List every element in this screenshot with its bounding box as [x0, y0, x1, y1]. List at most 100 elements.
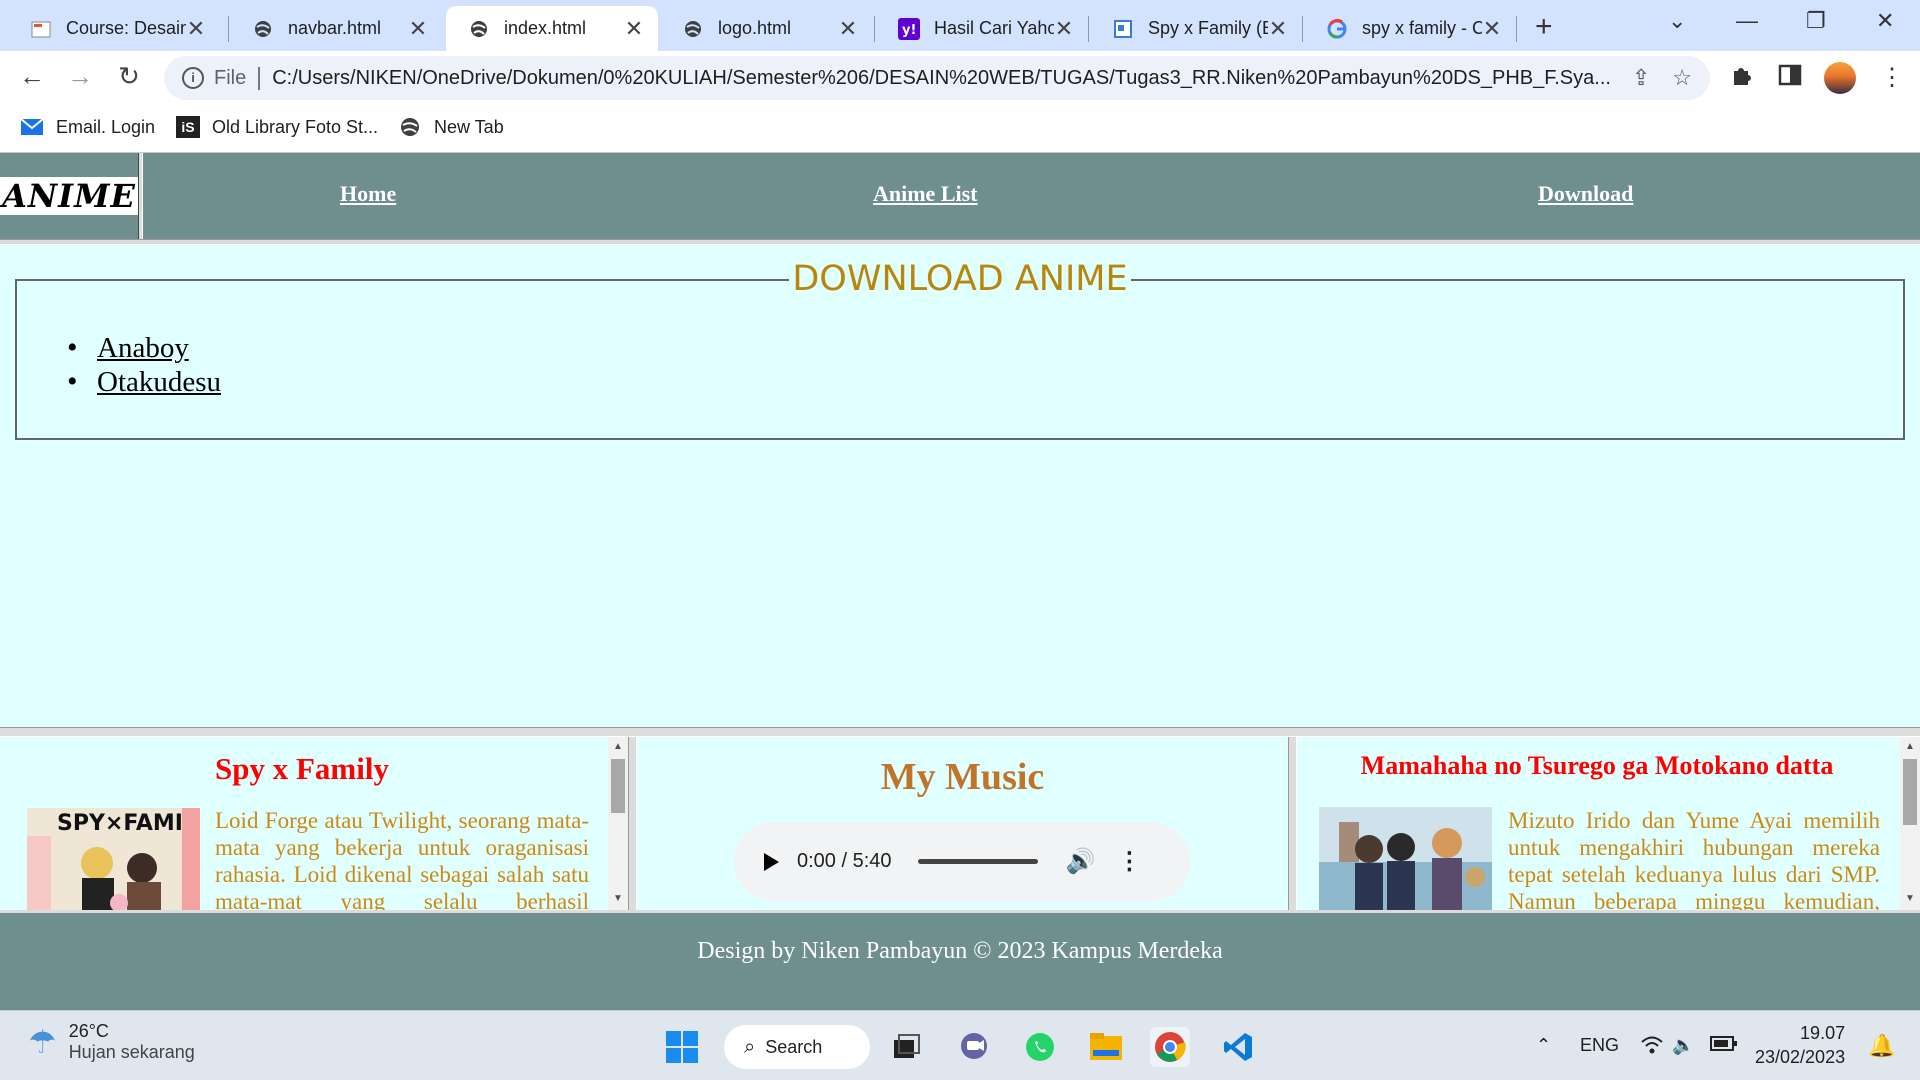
close-window-icon[interactable]: ✕	[1876, 8, 1894, 34]
new-tab-icon[interactable]: +	[1535, 10, 1553, 44]
chrome-icon[interactable]	[1150, 1027, 1190, 1067]
frame-divider[interactable]	[0, 727, 1920, 737]
info-icon[interactable]: i	[182, 67, 204, 89]
scroll-thumb[interactable]	[611, 759, 625, 813]
task-view-icon[interactable]	[886, 1027, 926, 1067]
svg-text:y!: y!	[902, 23, 916, 38]
bookmark-old-library[interactable]: iS Old Library Foto St...	[176, 116, 378, 138]
close-icon[interactable]: ✕	[1054, 16, 1074, 42]
download-list: Anaboy Otakudesu	[67, 331, 221, 399]
nav-link-download[interactable]: Download	[1538, 181, 1633, 207]
nav-frame: ANIME Home Anime List Download	[0, 153, 1920, 239]
url-text[interactable]: C:/Users/NIKEN/OneDrive/Dokumen/0%20KULI…	[272, 67, 1610, 90]
reload-icon[interactable]: ↻	[112, 61, 146, 92]
close-icon[interactable]: ✕	[1268, 16, 1288, 42]
scroll-up-icon[interactable]: ▲	[608, 741, 628, 752]
tab-yahoo[interactable]: y! Hasil Cari Yaho ✕	[876, 6, 1088, 51]
close-icon[interactable]: ✕	[1482, 16, 1502, 42]
list-item: Otakudesu	[67, 365, 221, 399]
weather-widget[interactable]: ☂ 26°C Hujan sekarang	[28, 1021, 195, 1063]
taskbar-search[interactable]: ⌕ Search	[724, 1025, 870, 1069]
battery-icon[interactable]	[1710, 1035, 1738, 1058]
bookmark-new-tab[interactable]: New Tab	[398, 116, 504, 138]
back-icon[interactable]: ←	[15, 61, 49, 92]
download-link-otakudesu[interactable]: Otakudesu	[97, 366, 221, 398]
weather-status: Hujan sekarang	[68, 1042, 195, 1062]
bookmark-star-icon[interactable]: ☆	[1672, 65, 1692, 91]
tab-course[interactable]: Course: Desain ✕	[8, 6, 220, 51]
frame-divider[interactable]	[1288, 737, 1297, 910]
close-icon[interactable]: ✕	[838, 16, 858, 42]
audio-seek-bar[interactable]	[917, 859, 1038, 864]
menu-kebab-icon[interactable]: ⋮	[1880, 63, 1904, 92]
share-icon[interactable]: ⇪	[1632, 65, 1650, 91]
close-icon[interactable]: ✕	[408, 16, 428, 42]
left-anime-frame: Spy x Family SPY×FAMILY Loid Forge atau …	[0, 737, 628, 910]
rain-umbrella-icon: ☂	[28, 1024, 57, 1060]
scroll-down-icon[interactable]: ▼	[608, 893, 628, 904]
bookmarks-bar: Email. Login iS Old Library Foto St... N…	[0, 104, 1920, 153]
music-frame: My Music 0:00 / 5:40 🔊 ⋮	[637, 737, 1288, 910]
clock-time: 19.07	[1800, 1023, 1846, 1043]
bookmark-email-login[interactable]: Email. Login	[20, 116, 155, 138]
extensions-icon[interactable]	[1730, 63, 1754, 94]
page-icon	[1112, 18, 1134, 40]
tab-strip: Course: Desain ✕ navbar.html ✕ index.htm…	[0, 0, 1920, 51]
whatsapp-icon[interactable]	[1020, 1027, 1060, 1067]
main-frame: DOWNLOAD ANIME Anaboy Otakudesu	[0, 245, 1920, 727]
side-panel-icon[interactable]	[1778, 63, 1802, 94]
audio-time: 0:00 / 5:40	[797, 850, 892, 872]
address-bar[interactable]: i File C:/Users/NIKEN/OneDrive/Dokumen/0…	[164, 56, 1710, 100]
more-options-icon[interactable]: ⋮	[1117, 847, 1141, 876]
tab-logo[interactable]: logo.html ✕	[660, 6, 872, 51]
minimize-icon[interactable]: —	[1736, 8, 1758, 34]
scroll-up-icon[interactable]: ▲	[1900, 741, 1920, 752]
wifi-icon[interactable]	[1640, 1035, 1664, 1060]
language-indicator[interactable]: ENG	[1580, 1035, 1619, 1056]
nav-link-home[interactable]: Home	[340, 181, 396, 207]
footer-credit: Design by Niken Pambayun © 2023 Kampus M…	[697, 938, 1223, 964]
navbar: Home Anime List Download	[143, 153, 1920, 239]
windows-taskbar: ☂ 26°C Hujan sekarang ⌕ Search ⌃ ENG 🔈 1…	[0, 1010, 1920, 1080]
close-icon[interactable]: ✕	[186, 16, 206, 42]
tab-search-icon[interactable]: ⌄	[1668, 8, 1686, 34]
tab-google[interactable]: spy x family - C ✕	[1304, 6, 1516, 51]
globe-icon	[252, 18, 274, 40]
scrollbar[interactable]: ▲ ▼	[608, 737, 628, 910]
volume-icon[interactable]: 🔊	[1066, 847, 1096, 876]
yahoo-icon: y!	[898, 17, 920, 40]
forward-icon[interactable]: →	[63, 61, 97, 92]
scrollbar[interactable]: ▲ ▼	[1900, 737, 1920, 910]
moodle-icon	[30, 18, 52, 40]
mail-icon	[20, 116, 44, 138]
stock-photo-icon: iS	[176, 116, 200, 138]
tab-index[interactable]: index.html ✕	[446, 6, 658, 51]
restore-icon[interactable]: ❐	[1806, 8, 1826, 34]
frame-divider[interactable]	[628, 737, 637, 910]
notification-icon[interactable]: 🔔	[1868, 1033, 1895, 1059]
tab-spy-family[interactable]: Spy x Family (E ✕	[1090, 6, 1302, 51]
nav-link-anime-list[interactable]: Anime List	[873, 181, 978, 207]
anime-synopsis: Mizuto Irido dan Yume Ayai memilih untuk…	[1508, 808, 1880, 910]
tab-navbar[interactable]: navbar.html ✕	[230, 6, 442, 51]
poster-title: SPY×FAMILY	[57, 811, 200, 836]
download-link-anaboy[interactable]: Anaboy	[97, 332, 189, 364]
file-explorer-icon[interactable]	[1086, 1027, 1126, 1067]
globe-icon	[398, 116, 422, 138]
footer: Design by Niken Pambayun © 2023 Kampus M…	[0, 910, 1920, 1010]
scroll-down-icon[interactable]: ▼	[1900, 893, 1920, 904]
site-logo[interactable]: ANIME	[0, 153, 140, 239]
speaker-icon[interactable]: 🔈	[1672, 1035, 1694, 1056]
start-icon[interactable]	[662, 1027, 702, 1067]
profile-avatar[interactable]	[1824, 62, 1856, 94]
anime-poster: SPY×FAMILY	[27, 808, 211, 910]
audio-player[interactable]: 0:00 / 5:40 🔊 ⋮	[734, 822, 1190, 901]
teams-chat-icon[interactable]	[954, 1027, 994, 1067]
anime-poster	[1319, 807, 1492, 910]
vscode-icon[interactable]	[1218, 1027, 1258, 1067]
tray-expand-icon[interactable]: ⌃	[1536, 1035, 1551, 1056]
play-icon[interactable]	[764, 852, 779, 871]
close-icon[interactable]: ✕	[624, 16, 644, 42]
system-clock[interactable]: 19.07 23/02/2023	[1755, 1021, 1845, 1069]
scroll-thumb[interactable]	[1903, 759, 1917, 825]
